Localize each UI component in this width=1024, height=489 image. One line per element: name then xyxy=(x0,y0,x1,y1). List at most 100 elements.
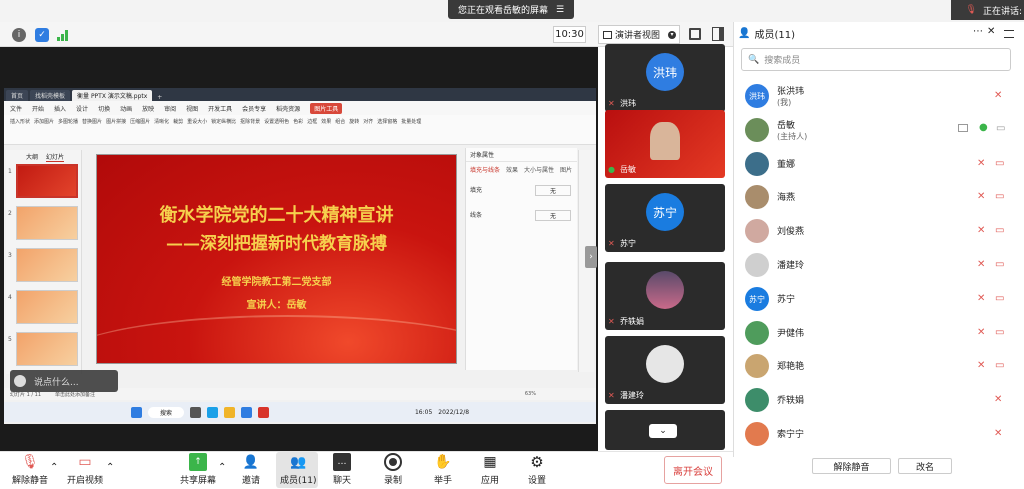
member-row[interactable]: 岳敏 (主持人) ● ▭ xyxy=(743,116,1008,144)
ribbon-item[interactable]: 清晰化 xyxy=(154,118,169,125)
start-video-button[interactable]: ▭ 开启视频 xyxy=(67,453,103,486)
camera-off-icon[interactable]: ▭ xyxy=(995,259,1007,271)
members-button[interactable]: 👥 成员(11) xyxy=(280,453,316,487)
member-row[interactable]: 董娜 ✕ ▭ xyxy=(743,150,1008,178)
camera-off-icon[interactable]: ▭ xyxy=(995,293,1007,305)
chevron-up-icon[interactable]: ⌃ xyxy=(50,462,58,473)
zoom-level[interactable]: 63% xyxy=(525,391,536,397)
ribbon-item[interactable]: 多图轮播 xyxy=(58,118,78,125)
slide-thumbnail[interactable] xyxy=(16,206,78,240)
outline-tab[interactable]: 大纲 xyxy=(26,152,38,162)
new-tab-icon[interactable]: + xyxy=(154,94,165,101)
camera-off-icon[interactable]: ▭ xyxy=(995,327,1007,339)
mic-on-icon[interactable]: ● xyxy=(979,122,991,134)
video-tile[interactable]: ✕ 潘建玲 xyxy=(605,336,725,404)
raise-hand-button[interactable]: ✋ 举手 xyxy=(434,453,452,486)
mic-muted-icon[interactable]: ✕ xyxy=(977,225,989,237)
mic-muted-icon[interactable]: ✕ xyxy=(994,394,1006,406)
wps-menu-picture-tools[interactable]: 图片工具 xyxy=(310,102,343,114)
folder-icon[interactable] xyxy=(223,406,235,418)
wps-menu-insert[interactable]: 插入 xyxy=(54,104,66,113)
video-tile[interactable]: ✕ 乔轶娟 xyxy=(605,262,725,330)
camera-off-icon[interactable]: ▭ xyxy=(995,191,1007,203)
member-row[interactable]: 尹健伟 ✕ ▭ xyxy=(743,319,1008,347)
sidebar-toggle-icon[interactable] xyxy=(712,27,724,41)
camera-off-icon[interactable]: ▭ xyxy=(995,158,1007,170)
emoji-icon[interactable] xyxy=(14,375,26,387)
wps-menu-transition[interactable]: 切换 xyxy=(98,104,110,113)
mic-muted-icon[interactable]: ✕ xyxy=(977,191,989,203)
member-row[interactable]: 苏宁 苏宁 ✕ ▭ xyxy=(743,285,1008,313)
task-view-icon[interactable] xyxy=(189,406,201,418)
mic-muted-icon[interactable]: ✕ xyxy=(994,90,1006,102)
fill-select[interactable]: 无 xyxy=(534,185,571,196)
member-search-input[interactable]: 🔍 搜索成员 xyxy=(741,48,1011,71)
wps-menu-view[interactable]: 视图 xyxy=(186,104,198,113)
signal-strength-icon[interactable] xyxy=(57,29,71,41)
wps-menu-dev[interactable]: 开发工具 xyxy=(208,104,232,113)
slide-thumbnail[interactable] xyxy=(16,248,78,282)
prop-tab-size[interactable]: 大小与属性 xyxy=(524,165,554,174)
mic-muted-icon[interactable]: ✕ xyxy=(977,293,989,305)
ribbon-item[interactable]: 效果 xyxy=(321,118,331,125)
mic-muted-icon[interactable]: ✕ xyxy=(977,360,989,372)
member-row[interactable]: 海燕 ✕ ▭ xyxy=(743,183,1008,211)
camera-off-icon[interactable]: ▭ xyxy=(995,360,1007,372)
ribbon-item[interactable]: 批量处理 xyxy=(401,118,421,125)
member-row[interactable]: 潘建玲 ✕ ▭ xyxy=(743,251,1008,279)
meeting-app-icon[interactable] xyxy=(240,406,252,418)
wps-tab-document[interactable]: 衡量 PPTX 演示文稿.pptx xyxy=(72,90,153,101)
security-shield-icon[interactable]: ✓ xyxy=(35,28,49,42)
ribbon-item[interactable]: 添加图片 xyxy=(34,118,54,125)
unmute-all-button[interactable]: 解除静音 xyxy=(812,458,891,474)
info-icon[interactable]: i xyxy=(12,28,26,42)
ribbon-item[interactable]: 锁定纵横比 xyxy=(211,118,236,125)
member-row[interactable]: 乔轶娟 ✕ xyxy=(743,386,1008,414)
line-select[interactable]: 无 xyxy=(534,210,571,221)
ribbon-item[interactable]: 设置透明色 xyxy=(264,118,289,125)
quick-chat-input[interactable]: 说点什么... xyxy=(10,370,118,392)
prop-tab-fill-line[interactable]: 填充与线条 xyxy=(470,165,500,174)
ribbon-item[interactable]: 插入形状 xyxy=(10,118,30,125)
edge-icon[interactable] xyxy=(206,406,218,418)
wps-menu-resources[interactable]: 稻壳资源 xyxy=(276,104,300,113)
wps-menu-slideshow[interactable]: 放映 xyxy=(142,104,154,113)
slide-thumbnail[interactable] xyxy=(16,332,78,366)
camera-icon[interactable]: ▭ xyxy=(996,123,1008,135)
rename-button[interactable]: 改名 xyxy=(898,458,952,474)
ribbon-item[interactable]: 裁剪 xyxy=(173,118,183,125)
menu-icon[interactable] xyxy=(1004,30,1014,38)
wps-menu-file[interactable]: 文件 xyxy=(10,104,22,113)
taskbar-search[interactable]: 搜索 xyxy=(147,406,184,418)
screen-share-banner[interactable]: 您正在观看岳敏的屏幕 ☰ xyxy=(448,0,574,19)
member-row[interactable]: 索宁宁 ✕ xyxy=(743,420,1008,448)
wps-menu-design[interactable]: 设计 xyxy=(76,104,88,113)
member-row[interactable]: 郑艳艳 ✕ ▭ xyxy=(743,352,1008,380)
wps-menu-member[interactable]: 会员专享 xyxy=(242,104,266,113)
current-slide[interactable]: 衡水学院党的二十大精神宣讲 ——深刻把握新时代教育脉搏 经管学院教工第二党支部 … xyxy=(96,154,457,364)
chevron-up-icon[interactable]: ⌃ xyxy=(106,462,114,473)
ribbon-item[interactable]: 对齐 xyxy=(363,118,373,125)
video-tile[interactable]: 苏宁 ✕ 苏宁 xyxy=(605,184,725,252)
more-icon[interactable]: ⋯ xyxy=(973,26,983,37)
close-icon[interactable]: ✕ xyxy=(987,26,995,37)
ribbon-item[interactable]: 替换图片 xyxy=(82,118,102,125)
ribbon-item[interactable]: 选择窗格 xyxy=(377,118,397,125)
chat-button[interactable]: … 聊天 xyxy=(333,453,351,486)
ribbon-item[interactable]: 抠除背景 xyxy=(240,118,260,125)
mic-muted-icon[interactable]: ✕ xyxy=(977,327,989,339)
wps-menu-animation[interactable]: 动画 xyxy=(120,104,132,113)
banner-menu-icon[interactable]: ☰ xyxy=(556,5,564,15)
collapse-arrow-icon[interactable]: › xyxy=(585,246,597,268)
video-tile-active-speaker[interactable]: ● 岳敏 xyxy=(605,110,725,178)
share-screen-button[interactable]: ↑ 共享屏幕 xyxy=(180,453,216,486)
chevron-up-icon[interactable]: ⌃ xyxy=(218,462,226,473)
view-mode-dropdown[interactable]: 演讲者视图 ▾ xyxy=(598,25,680,44)
apps-button[interactable]: ▦ 应用 xyxy=(481,453,499,486)
ribbon-item[interactable]: 边框 xyxy=(307,118,317,125)
prop-tab-effect[interactable]: 效果 xyxy=(506,165,518,174)
ribbon-item[interactable]: 图片拼接 xyxy=(106,118,126,125)
wps-tab-home[interactable]: 首页 xyxy=(6,90,29,101)
mic-muted-icon[interactable]: ✕ xyxy=(977,158,989,170)
mic-muted-icon[interactable]: ✕ xyxy=(977,259,989,271)
